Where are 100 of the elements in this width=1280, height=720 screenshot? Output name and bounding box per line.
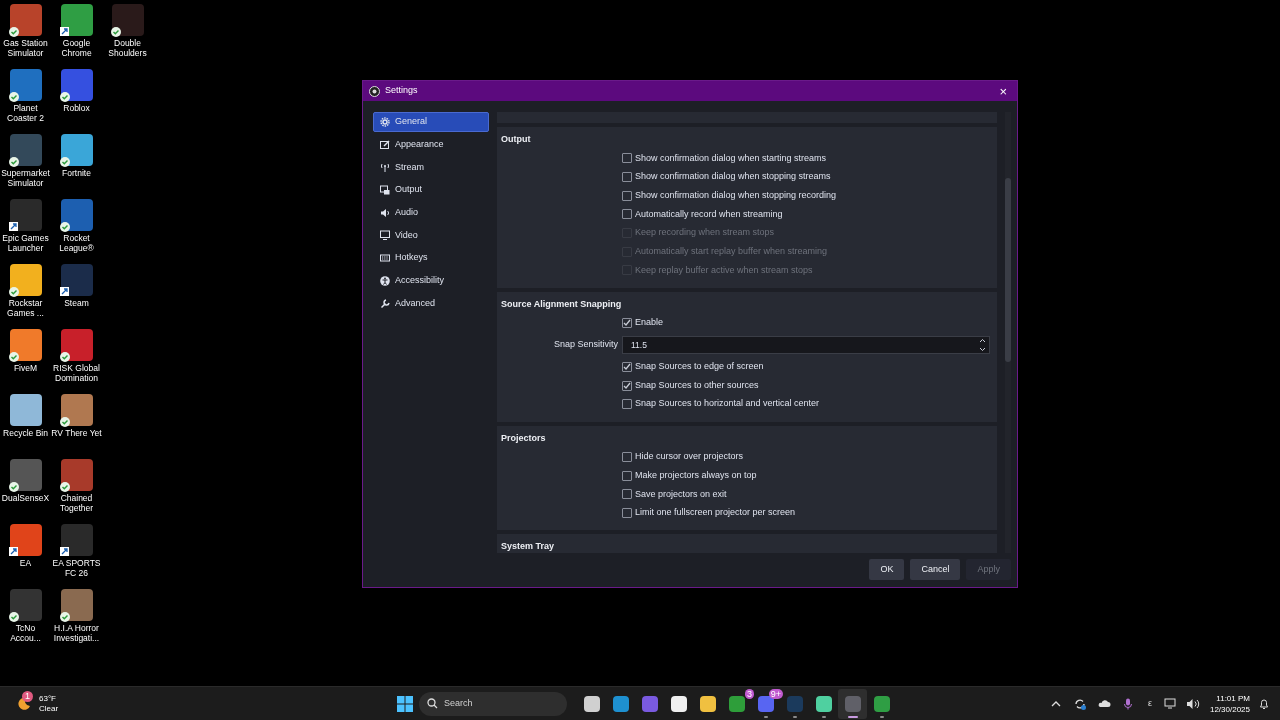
app-icon[interactable] [9, 134, 42, 166]
sync-check-icon [60, 92, 70, 102]
sidebar-item[interactable]: Hotkeys [373, 248, 489, 269]
app-icon[interactable] [60, 394, 93, 426]
close-button[interactable]: × [995, 84, 1011, 98]
dialog-button[interactable]: Cancel [910, 559, 961, 580]
taskbar-button[interactable]: 9+ [751, 688, 780, 719]
running-indicator [821, 715, 826, 718]
checkbox-label: Enable [635, 316, 664, 330]
app-icon[interactable] [670, 695, 687, 712]
icon-label: Supermarket Simulator [0, 168, 51, 188]
app-icon[interactable] [9, 459, 42, 491]
checkbox[interactable] [622, 380, 632, 391]
app-icon[interactable] [60, 524, 93, 556]
accessibility-icon [380, 275, 390, 286]
app-icon[interactable] [60, 589, 93, 621]
field-label: Snap Sensitivity [553, 338, 618, 352]
section-heading: Source Alignment Snapping [501, 297, 622, 311]
checkbox[interactable] [622, 318, 632, 329]
checkbox[interactable] [622, 399, 632, 410]
app-icon[interactable] [9, 69, 42, 101]
sync-check-icon [9, 482, 19, 492]
shortcut-arrow-icon [9, 222, 18, 231]
gear-icon [380, 117, 390, 127]
app-icon[interactable] [60, 329, 93, 361]
sidebar-item[interactable]: Accessibility [373, 270, 489, 291]
app-icon[interactable] [60, 69, 93, 101]
app-icon[interactable] [699, 695, 716, 712]
network-icon[interactable] [1163, 696, 1178, 711]
app-icon[interactable] [9, 589, 42, 621]
input-indicator[interactable]: ε [1147, 696, 1152, 711]
app-icon[interactable] [60, 264, 93, 296]
app-icon[interactable] [9, 524, 42, 556]
sidebar-item[interactable]: Appearance [373, 134, 489, 155]
icon-label: RV There Yet [51, 428, 102, 438]
bell-icon[interactable] [1258, 697, 1270, 710]
app-icon[interactable] [9, 264, 42, 296]
notification-badge: 1 [22, 691, 33, 702]
sidebar-item[interactable]: Audio [373, 202, 489, 223]
icon-label: Epic Games Launcher [1, 233, 50, 253]
app-icon[interactable] [60, 4, 93, 36]
clock-date[interactable]: 12/30/2025 [1209, 703, 1250, 715]
clock-time[interactable]: 11:01 PM [1216, 692, 1250, 704]
dialog-button[interactable]: OK [869, 559, 905, 580]
app-icon[interactable] [9, 394, 42, 426]
spin-arrows-icon[interactable] [978, 338, 987, 352]
sync-check-icon [9, 157, 19, 167]
checkbox[interactable] [622, 489, 632, 500]
checkbox[interactable] [622, 172, 632, 183]
monitor-icon [380, 185, 390, 196]
taskbar-button[interactable]: 3 [722, 688, 751, 719]
sync-icon[interactable] [1072, 696, 1087, 711]
icon-label: Rocket League® [58, 233, 95, 253]
running-indicator [879, 715, 884, 718]
app-icon[interactable] [60, 199, 93, 231]
scrollbar-thumb[interactable] [1005, 178, 1011, 362]
checkbox-label: Automatically start replay buffer when streaming [635, 245, 827, 259]
sync-check-icon [60, 157, 70, 167]
paint-icon [380, 139, 390, 150]
sidebar-item[interactable]: Video [373, 225, 489, 246]
checkbox-label: Automatically record when streaming [635, 207, 783, 221]
icon-label: EA SPORTS FC 26 [51, 558, 102, 578]
monitor-icon [380, 230, 390, 241]
volume-icon[interactable] [1185, 696, 1200, 711]
app-icon[interactable] [815, 695, 832, 712]
running-indicator [792, 715, 797, 718]
sidebar-item[interactable]: Advanced [373, 293, 489, 314]
sidebar-item[interactable]: General [373, 112, 489, 132]
checkbox[interactable] [622, 209, 632, 220]
sync-check-icon [60, 417, 70, 427]
checkbox-label: Show confirmation dialog when starting streams [635, 151, 827, 165]
search-input[interactable]: Search [444, 696, 534, 711]
shortcut-arrow-icon [60, 547, 69, 556]
icon-label: TcNo Accou... [9, 623, 42, 643]
running-indicator [847, 715, 858, 718]
checkbox[interactable] [622, 153, 632, 164]
checkbox[interactable] [622, 507, 632, 518]
checkbox[interactable] [622, 190, 632, 201]
sidebar-item[interactable]: Output [373, 180, 489, 201]
checkbox[interactable] [622, 451, 632, 462]
icon-label: Double Shoulders [107, 38, 148, 58]
antenna-icon [380, 162, 390, 173]
icon-label: FiveM [12, 363, 39, 373]
search-field[interactable]: Search [419, 691, 567, 716]
app-icon[interactable] [9, 329, 42, 361]
app-icon[interactable] [60, 134, 93, 166]
app-icon[interactable] [60, 459, 93, 491]
checkbox-label: Show confirmation dialog when stopping recording [635, 188, 837, 202]
sync-check-icon [111, 27, 121, 37]
app-icon[interactable] [583, 695, 600, 712]
checkbox[interactable] [622, 361, 632, 372]
checkbox[interactable] [622, 470, 632, 481]
app-icon[interactable] [9, 199, 42, 231]
app-icon[interactable] [111, 4, 144, 36]
start-icon[interactable] [397, 695, 413, 712]
spin-field[interactable]: 11.5 [622, 336, 990, 354]
search-icon [427, 698, 438, 709]
sidebar-item[interactable]: Stream [373, 157, 489, 178]
sync-check-icon [60, 482, 70, 492]
app-icon[interactable] [9, 4, 42, 36]
